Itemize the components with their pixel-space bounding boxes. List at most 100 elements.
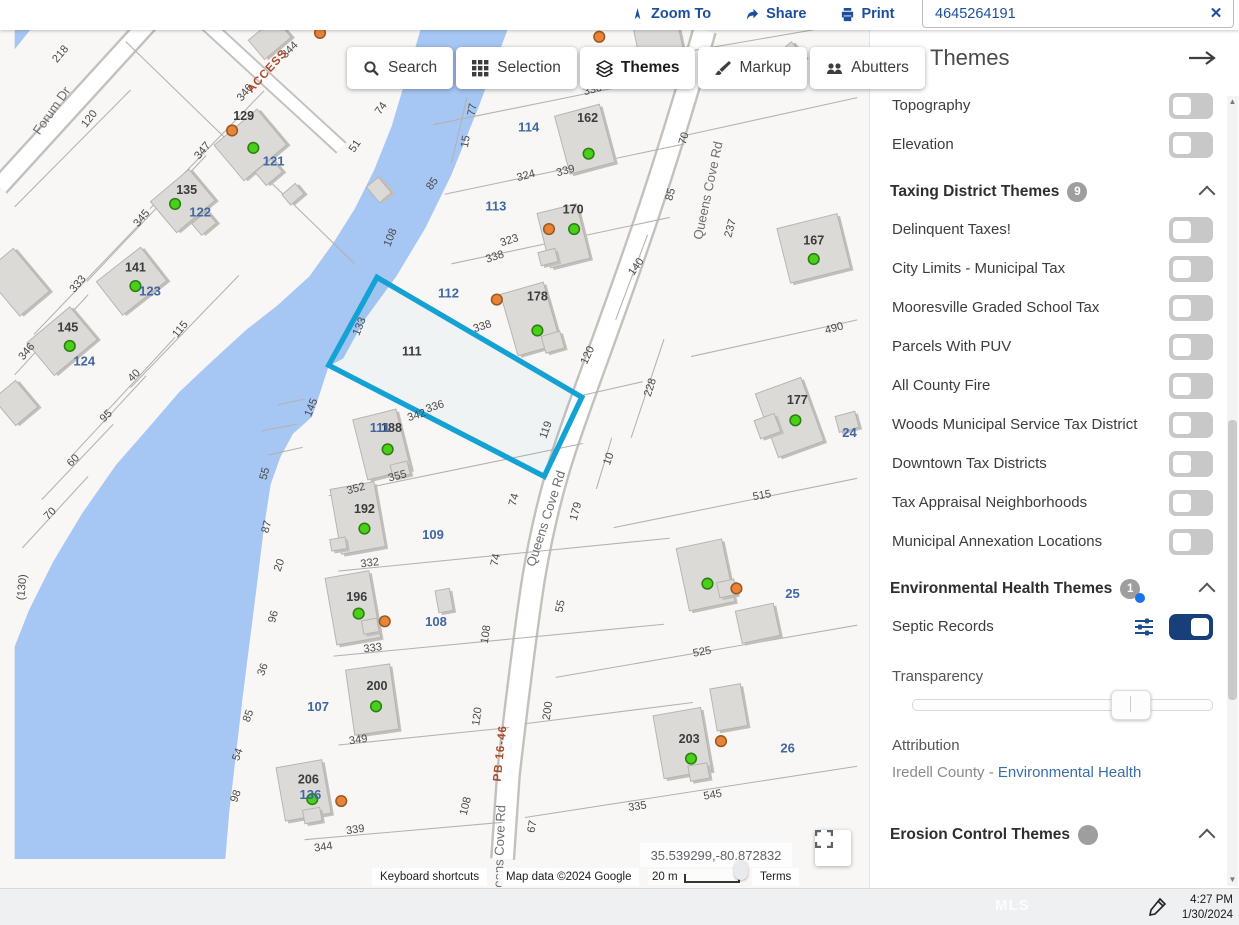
os-taskbar[interactable]: MLS 4:27 PM 1/30/2024	[0, 888, 1239, 925]
theme-row: City Limits - Municipal Tax	[870, 249, 1239, 288]
keyboard-shortcuts-link[interactable]: Keyboard shortcuts	[372, 868, 487, 886]
toggle-switch[interactable]	[1169, 295, 1213, 321]
septic-point-marker[interactable]	[359, 523, 370, 534]
parcel-line	[614, 478, 857, 527]
well-point-marker[interactable]	[594, 31, 605, 42]
toggle-switch[interactable]	[1169, 614, 1213, 640]
collapse-panel-arrow-icon[interactable]	[1187, 50, 1217, 66]
windows-ink-pen-icon[interactable]	[1147, 897, 1167, 917]
clipped-section-header[interactable]: Erosion Control Themes	[870, 817, 1239, 853]
theme-row: Mooresville Graded School Tax	[870, 288, 1239, 327]
chevron-up-icon	[1199, 583, 1216, 600]
theme-label: Delinquent Taxes!	[892, 221, 1011, 238]
toggle-knob	[1173, 416, 1191, 434]
road-name-label: Queens Cove Rd	[690, 140, 725, 241]
building	[361, 618, 379, 634]
attribution-link[interactable]: Environmental Health	[998, 764, 1141, 781]
clear-search-icon[interactable]: ✕	[1205, 2, 1227, 24]
themes-panel-header: Themes	[870, 30, 1239, 86]
lot-number-label: 24	[842, 425, 857, 440]
transparency-label: Transparency	[870, 668, 1239, 685]
well-point-marker[interactable]	[731, 583, 742, 594]
septic-point-marker[interactable]	[170, 199, 181, 210]
septic-point-marker[interactable]	[371, 701, 382, 712]
dimension-label: 345	[131, 207, 152, 229]
transparency-slider[interactable]	[912, 699, 1213, 711]
parcel-line	[338, 538, 669, 571]
layer-settings-icon[interactable]	[1133, 617, 1155, 637]
septic-point-marker[interactable]	[790, 415, 801, 426]
well-point-marker[interactable]	[315, 30, 326, 38]
scroll-down-icon[interactable]: ▼	[1227, 874, 1238, 886]
septic-point-marker[interactable]	[808, 254, 819, 265]
toolbar-button-abutters[interactable]: Abutters	[810, 47, 925, 89]
people-icon	[826, 60, 843, 77]
zoom-to-button[interactable]: Zoom To	[630, 6, 711, 22]
septic-point-marker[interactable]	[686, 753, 697, 764]
septic-point-marker[interactable]	[353, 608, 364, 619]
section-title: Environmental Health Themes	[890, 580, 1112, 598]
fullscreen-button[interactable]	[815, 830, 851, 866]
scale-thumb	[734, 860, 748, 880]
toggle-knob	[1173, 97, 1191, 115]
septic-point-marker[interactable]	[569, 224, 580, 235]
house-number-label: 135	[176, 183, 197, 197]
dimension-label: 323	[499, 232, 520, 249]
dimension-label: 338	[484, 249, 505, 266]
toggle-switch[interactable]	[1169, 93, 1213, 119]
taskbar-clock[interactable]: 4:27 PM 1/30/2024	[1182, 893, 1233, 922]
dimension-label: 349	[348, 733, 368, 747]
toggle-switch[interactable]	[1169, 256, 1213, 282]
clipped-section-title: Erosion Control Themes	[890, 826, 1070, 844]
lot-number-label: 122	[189, 204, 211, 219]
well-point-marker[interactable]	[336, 796, 347, 807]
lot-number-label: 26	[780, 741, 795, 756]
toggle-switch[interactable]	[1169, 334, 1213, 360]
dimension-label: 60	[65, 452, 82, 469]
map-canvas[interactable]: 21812034434634734533334611540956070(130)…	[0, 30, 869, 888]
toggle-switch[interactable]	[1169, 373, 1213, 399]
scroll-up-icon[interactable]: ▲	[1227, 96, 1238, 108]
toggle-switch[interactable]	[1169, 412, 1213, 438]
well-point-marker[interactable]	[544, 224, 555, 235]
well-point-marker[interactable]	[227, 125, 238, 136]
toolbar-button-search[interactable]: Search	[347, 47, 453, 89]
septic-point-marker[interactable]	[382, 444, 393, 455]
toolbar-button-themes[interactable]: Themes	[580, 47, 696, 89]
house-number-label: 111	[402, 345, 422, 359]
toolbar-button-markup[interactable]: Markup	[698, 47, 807, 89]
terms-link[interactable]: Terms	[752, 868, 799, 886]
toggle-switch[interactable]	[1169, 490, 1213, 516]
dimension-label: 344	[313, 840, 333, 854]
house-number-label: 162	[577, 111, 598, 125]
map-svg[interactable]: 21812034434634734533334611540956070(130)…	[0, 30, 869, 888]
share-button[interactable]: Share	[745, 6, 806, 22]
section-header[interactable]: Environmental Health Themes1	[870, 571, 1239, 607]
sidebar-scrollbar[interactable]: ▲ ▼	[1227, 96, 1238, 886]
print-button[interactable]: Print	[840, 6, 894, 22]
house-number-label: 196	[346, 590, 367, 604]
well-point-marker[interactable]	[379, 616, 390, 627]
toolbar-button-label: Themes	[621, 59, 680, 77]
dimension-label: 74	[489, 553, 503, 568]
septic-point-marker[interactable]	[532, 325, 543, 336]
septic-point-marker[interactable]	[702, 578, 713, 589]
toggle-switch[interactable]	[1169, 217, 1213, 243]
septic-point-marker[interactable]	[64, 341, 75, 352]
well-point-marker[interactable]	[492, 294, 503, 305]
transparency-slider-handle[interactable]	[1111, 690, 1151, 720]
scrollbar-thumb[interactable]	[1228, 420, 1237, 700]
search-input[interactable]	[922, 0, 1234, 28]
well-point-marker[interactable]	[716, 736, 727, 747]
dimension-label: 77	[466, 103, 480, 117]
toggle-switch[interactable]	[1169, 132, 1213, 158]
dimension-label: 95	[98, 408, 115, 425]
toggle-switch[interactable]	[1169, 529, 1213, 555]
section-header[interactable]: Taxing District Themes9	[870, 174, 1239, 210]
dimension-label: 85	[241, 708, 257, 724]
parcel-line	[334, 624, 664, 656]
septic-point-marker[interactable]	[248, 143, 259, 154]
toolbar-button-selection[interactable]: Selection	[456, 47, 577, 89]
septic-point-marker[interactable]	[583, 148, 594, 159]
toggle-switch[interactable]	[1169, 451, 1213, 477]
